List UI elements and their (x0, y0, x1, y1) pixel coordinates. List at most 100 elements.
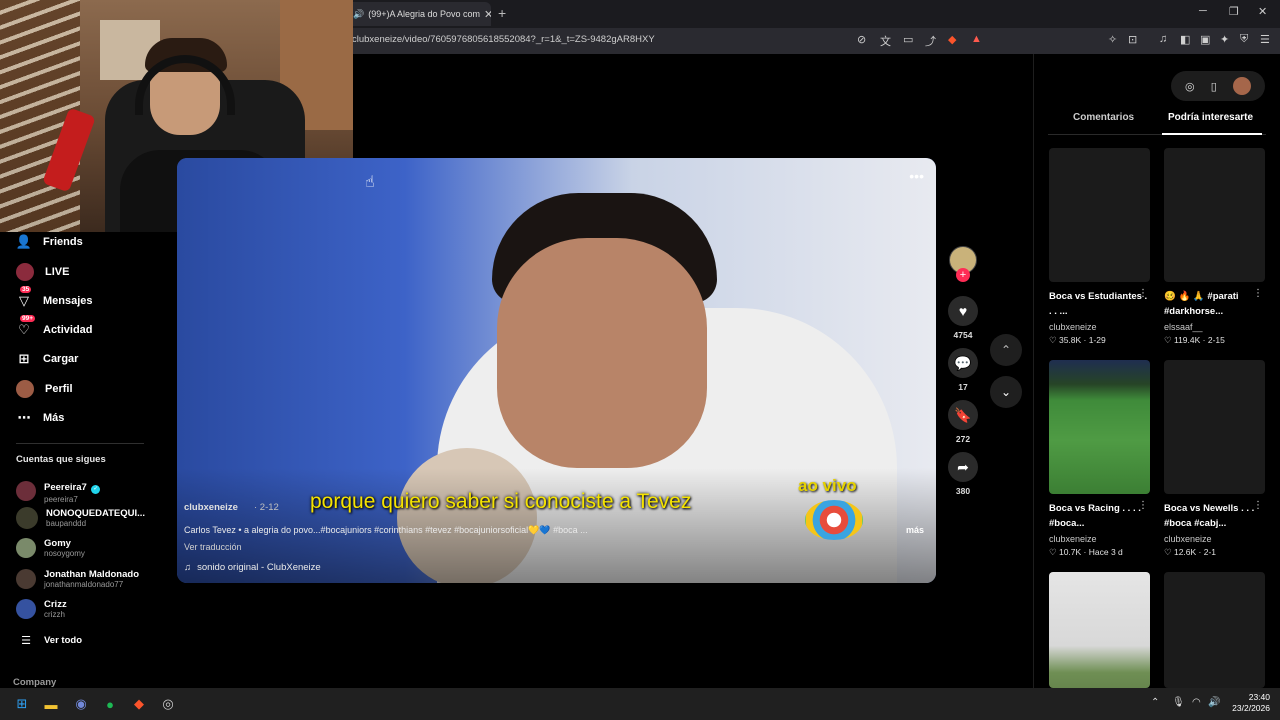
profile-icon (16, 380, 34, 398)
comment-button[interactable]: 💬 17 (948, 348, 978, 392)
like-button[interactable]: ♥ 4754 (948, 296, 978, 340)
file-explorer-icon[interactable]: ▬ (41, 694, 61, 714)
next-video-button[interactable]: ⌄ (990, 376, 1022, 408)
following-title: Cuentas que sigues (16, 454, 106, 465)
company-link[interactable]: Company (13, 677, 56, 688)
video-description: Carlos Tevez • a alegria do povo...#boca… (184, 525, 588, 535)
video-options-icon[interactable]: ••• (909, 168, 924, 184)
sidebar-item-upload[interactable]: ⊞ Cargar (16, 351, 79, 367)
wallet-icon[interactable]: ▣ (1200, 33, 1210, 46)
comment-icon: 💬 (948, 348, 978, 378)
sidebar-toggle-icon[interactable]: ◧ (1180, 33, 1190, 46)
taskbar-clock[interactable]: 23:40 23/2/2026 (1226, 692, 1270, 714)
save-button[interactable]: 🔖 272 (948, 400, 978, 444)
following-account[interactable]: Peereira7 ✓ peereira7 (16, 477, 101, 504)
bookmark-icon: 🔖 (948, 400, 978, 430)
card-more-icon[interactable]: ⋮ (1253, 500, 1263, 511)
app-icon[interactable]: ◎ (158, 694, 178, 714)
friends-icon: 👤 (15, 234, 33, 249)
extensions-icon[interactable]: ✧ (1108, 33, 1117, 46)
avatar (16, 538, 36, 558)
sidebar-item-more[interactable]: ⋯ Más (16, 410, 65, 426)
sidebar-divider (16, 443, 144, 444)
leo-ai-icon[interactable]: ✦ (1220, 33, 1229, 46)
sidebar-item-profile[interactable]: Perfil (16, 380, 73, 398)
menu-icon[interactable]: ☰ (1260, 33, 1270, 46)
new-tab-icon[interactable]: + (498, 5, 506, 21)
sidebar-item-label: Cargar (43, 353, 79, 365)
like-count: 4754 (953, 330, 973, 340)
translate-icon[interactable]: 文 (880, 33, 891, 49)
card-author: clubxeneize (1164, 534, 1212, 544)
minimize-icon[interactable]: ─ (1199, 5, 1207, 17)
cast-icon[interactable]: ▭ (903, 33, 913, 46)
account-name: Gomy (44, 538, 71, 549)
chevron-up-icon: ⌃ (1000, 343, 1012, 357)
share-button[interactable]: ➦ 380 (948, 452, 978, 496)
card-stats: ♡ 12.6K · 2-1 (1164, 547, 1217, 557)
description-more-link[interactable]: más (906, 525, 924, 535)
vpn-icon[interactable]: ⛨ (1240, 33, 1248, 46)
sidebar-item-live[interactable]: LIVE (16, 263, 69, 281)
sidebar-item-messages[interactable]: ▽ 35 Mensajes (16, 286, 93, 309)
brave-browser-icon[interactable]: ◆ (129, 694, 149, 714)
sidebar-item-friends[interactable]: 👤 Friends (16, 234, 83, 250)
suggested-video-card[interactable]: ⋮ Boca vs Estudiantes . . . ... clubxene… (1049, 148, 1150, 346)
account-name: Peereira7 (44, 482, 87, 493)
windows-start-icon[interactable]: ⊞ (12, 694, 32, 714)
save-count: 272 (955, 434, 971, 444)
tray-chevron-icon[interactable]: ⌃ (1151, 697, 1159, 708)
previous-video-button[interactable]: ⌃ (990, 334, 1022, 366)
music-note-icon: ♫ (184, 562, 192, 573)
account-handle: nosoygomy (44, 549, 85, 558)
tab-suggestions[interactable]: Podría interesarte (1168, 112, 1253, 123)
translate-link[interactable]: Ver traducción (184, 542, 242, 552)
card-title: Boca vs Estudiantes . . . ... (1049, 291, 1148, 317)
suggested-video-card[interactable] (1049, 572, 1150, 688)
mobile-icon[interactable]: ▯ (1211, 80, 1217, 93)
volume-icon[interactable]: 🔊 (1208, 697, 1220, 708)
following-account[interactable]: Gomy nosoygomy (16, 538, 85, 558)
microphone-icon[interactable]: 🎙 (1172, 697, 1185, 708)
suggested-video-card[interactable]: ⋮ Boca vs Newells . . . #boca #cabj... c… (1164, 360, 1265, 558)
card-more-icon[interactable]: ⋮ (1138, 500, 1148, 511)
following-account[interactable]: Crizz crizzh (16, 599, 67, 619)
sound-link[interactable]: ♫ sonido original - ClubXeneize (184, 562, 321, 573)
browser-tab[interactable]: 🔊 (99+)A Alegria do Povo com ✕ (345, 2, 491, 26)
wifi-icon[interactable]: ◠ (1192, 697, 1201, 708)
tab-comments[interactable]: Comentarios (1073, 112, 1134, 123)
restore-icon[interactable]: ❐ (1229, 5, 1239, 18)
card-more-icon[interactable]: ⋮ (1138, 288, 1148, 299)
brave-shields-icon[interactable]: ◆ (948, 33, 956, 46)
discord-icon[interactable]: ◉ (71, 694, 91, 714)
suggested-video-card[interactable]: ⋮ 🥴 🔥 🙏 #parati #darkhorse... elssaaf__ … (1164, 148, 1265, 346)
close-window-icon[interactable]: ✕ (1258, 5, 1267, 18)
avatar (16, 569, 36, 589)
card-stats: ♡ 10.7K · Hace 3 d (1049, 547, 1123, 557)
share-icon[interactable]: ⤴ (925, 33, 936, 49)
suggested-video-card[interactable]: ⋮ Boca vs Racing . . . . #boca... clubxe… (1049, 360, 1150, 558)
video-author[interactable]: clubxeneize (184, 502, 238, 513)
see-all-link[interactable]: ☰ Ver todo (16, 634, 82, 647)
card-more-icon[interactable]: ⋮ (1253, 288, 1263, 299)
following-account[interactable]: NONOQUEDATEQUI... baupanddd (16, 507, 145, 529)
spotify-icon[interactable]: ● (100, 694, 120, 714)
media-icon[interactable]: ♫ (1159, 33, 1167, 45)
user-avatar[interactable] (1232, 77, 1251, 95)
tab-close-icon[interactable]: ✕ (484, 8, 491, 21)
brave-rewards-icon[interactable]: ▲ (971, 33, 982, 45)
url-text[interactable]: clubxeneize/video/7605976805618552084?_r… (352, 34, 655, 45)
follow-plus-icon[interactable]: + (956, 268, 970, 282)
avatar (16, 599, 36, 619)
messages-badge: 35 (20, 286, 32, 293)
following-account[interactable]: Jonathan Maldonado jonathanmaldonado77 (16, 569, 139, 589)
chevron-down-icon: ⌄ (1000, 385, 1012, 399)
sidebar-item-activity[interactable]: ♡ 99+ Actividad (16, 315, 93, 338)
video-thumbnail (1049, 148, 1150, 282)
screenshot-icon[interactable]: ⊡ (1128, 33, 1137, 46)
account-handle: jonathanmaldonado77 (44, 580, 124, 589)
video-thumbnail (1049, 360, 1150, 494)
reader-off-icon[interactable]: ⊘ (857, 33, 866, 46)
compass-icon[interactable]: ◎ (1185, 80, 1195, 93)
suggested-video-card[interactable] (1164, 572, 1265, 688)
